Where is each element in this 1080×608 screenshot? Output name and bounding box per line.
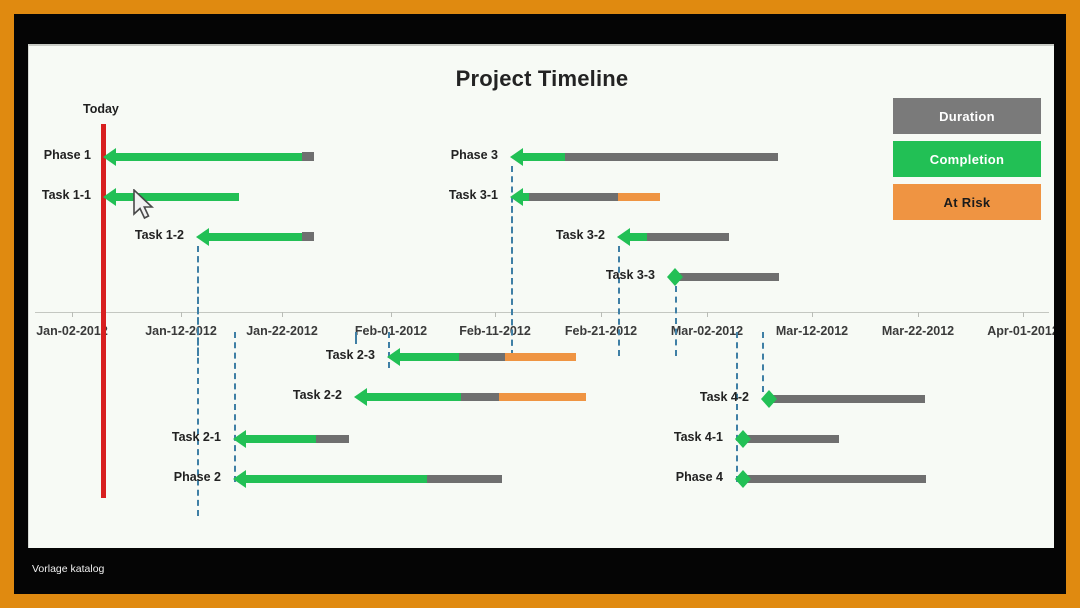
- gantt-row-label: Task 4-1: [673, 430, 723, 444]
- gantt-bar-duration[interactable]: [743, 475, 926, 483]
- gantt-bar-completion[interactable]: [630, 233, 647, 241]
- axis-tick-label: Jan-12-2012: [145, 324, 217, 338]
- axis-tick-label: Mar-22-2012: [881, 324, 955, 338]
- today-marker-label: Today: [83, 102, 119, 116]
- gantt-row-label: Task 4-2: [699, 390, 749, 404]
- gantt-plot-area: Project Timeline Duration Completion At …: [29, 46, 1054, 548]
- axis-tick: [282, 312, 283, 317]
- gantt-bar-duration[interactable]: [743, 435, 839, 443]
- axis-tick-label: Feb-01-2012: [354, 324, 428, 338]
- axis-tick-label: Mar-02-2012: [670, 324, 744, 338]
- axis-tick-label: Feb-11-2012: [459, 324, 531, 338]
- axis-tick: [601, 312, 602, 317]
- milestone-diamond-icon: [667, 268, 683, 286]
- axis-tick: [391, 312, 392, 317]
- task-arrow-icon: [617, 228, 630, 246]
- gantt-row[interactable]: Task 3-3: [29, 266, 1054, 288]
- gantt-bar-completion[interactable]: [523, 153, 565, 161]
- gantt-row[interactable]: Task 4-2: [29, 388, 1054, 410]
- axis-tick-label: Feb-21-2012: [564, 324, 638, 338]
- axis-tick: [918, 312, 919, 317]
- gantt-row[interactable]: Task 3-1: [29, 186, 1054, 208]
- gantt-bar-completion[interactable]: [400, 353, 459, 361]
- slide-frame: Project Timeline Duration Completion At …: [0, 0, 1080, 608]
- axis-tick: [812, 312, 813, 317]
- axis-tick: [72, 312, 73, 317]
- axis-tick: [495, 312, 496, 317]
- gantt-bar-at-risk[interactable]: [618, 193, 660, 201]
- task-arrow-icon: [387, 348, 400, 366]
- milestone-diamond-icon: [735, 470, 751, 488]
- watermark-text: Vorlage katalog: [32, 563, 105, 575]
- milestone-diamond-icon: [761, 390, 777, 408]
- gantt-row[interactable]: Task 4-1: [29, 428, 1054, 450]
- dependency-connector-line: [355, 332, 357, 344]
- task-arrow-icon: [510, 188, 523, 206]
- dependency-connector-line: [618, 246, 620, 356]
- axis-tick: [1023, 312, 1024, 317]
- axis-tick: [181, 312, 182, 317]
- gantt-row-label: Phase 4: [675, 470, 723, 484]
- axis-tick-label: Jan-02-2012: [36, 324, 108, 338]
- gantt-row-label: Task 2-3: [325, 348, 375, 362]
- gantt-bar-at-risk[interactable]: [505, 353, 576, 361]
- gantt-bar-duration[interactable]: [523, 193, 618, 201]
- gantt-row[interactable]: Task 2-3: [29, 346, 1054, 368]
- page-title: Project Timeline: [455, 66, 629, 91]
- gantt-row-label: Task 3-3: [605, 268, 655, 282]
- gantt-row-label: Phase 3: [450, 148, 498, 162]
- axis-tick-label: Mar-12-2012: [775, 324, 849, 338]
- milestone-diamond-icon: [735, 430, 751, 448]
- legend-item-duration[interactable]: Duration: [893, 98, 1041, 134]
- gantt-bar-duration[interactable]: [769, 395, 925, 403]
- gantt-bar-completion[interactable]: [523, 193, 529, 201]
- axis-tick-label: Apr-01-2012: [987, 324, 1054, 338]
- time-axis-line: [35, 312, 1049, 313]
- task-arrow-icon: [510, 148, 523, 166]
- gantt-row[interactable]: Phase 4: [29, 468, 1054, 490]
- gantt-row-label: Task 3-1: [448, 188, 498, 202]
- axis-tick: [707, 312, 708, 317]
- axis-tick-label: Jan-22-2012: [246, 324, 318, 338]
- gantt-bar-duration[interactable]: [675, 273, 779, 281]
- mouse-cursor-icon: [133, 188, 159, 228]
- gantt-row[interactable]: Phase 3: [29, 146, 1054, 168]
- gantt-row[interactable]: Task 3-2: [29, 226, 1054, 248]
- legend-label-duration: Duration: [939, 108, 995, 124]
- gantt-chart-card: Project Timeline Duration Completion At …: [28, 44, 1054, 548]
- gantt-row-label: Task 3-2: [555, 228, 605, 242]
